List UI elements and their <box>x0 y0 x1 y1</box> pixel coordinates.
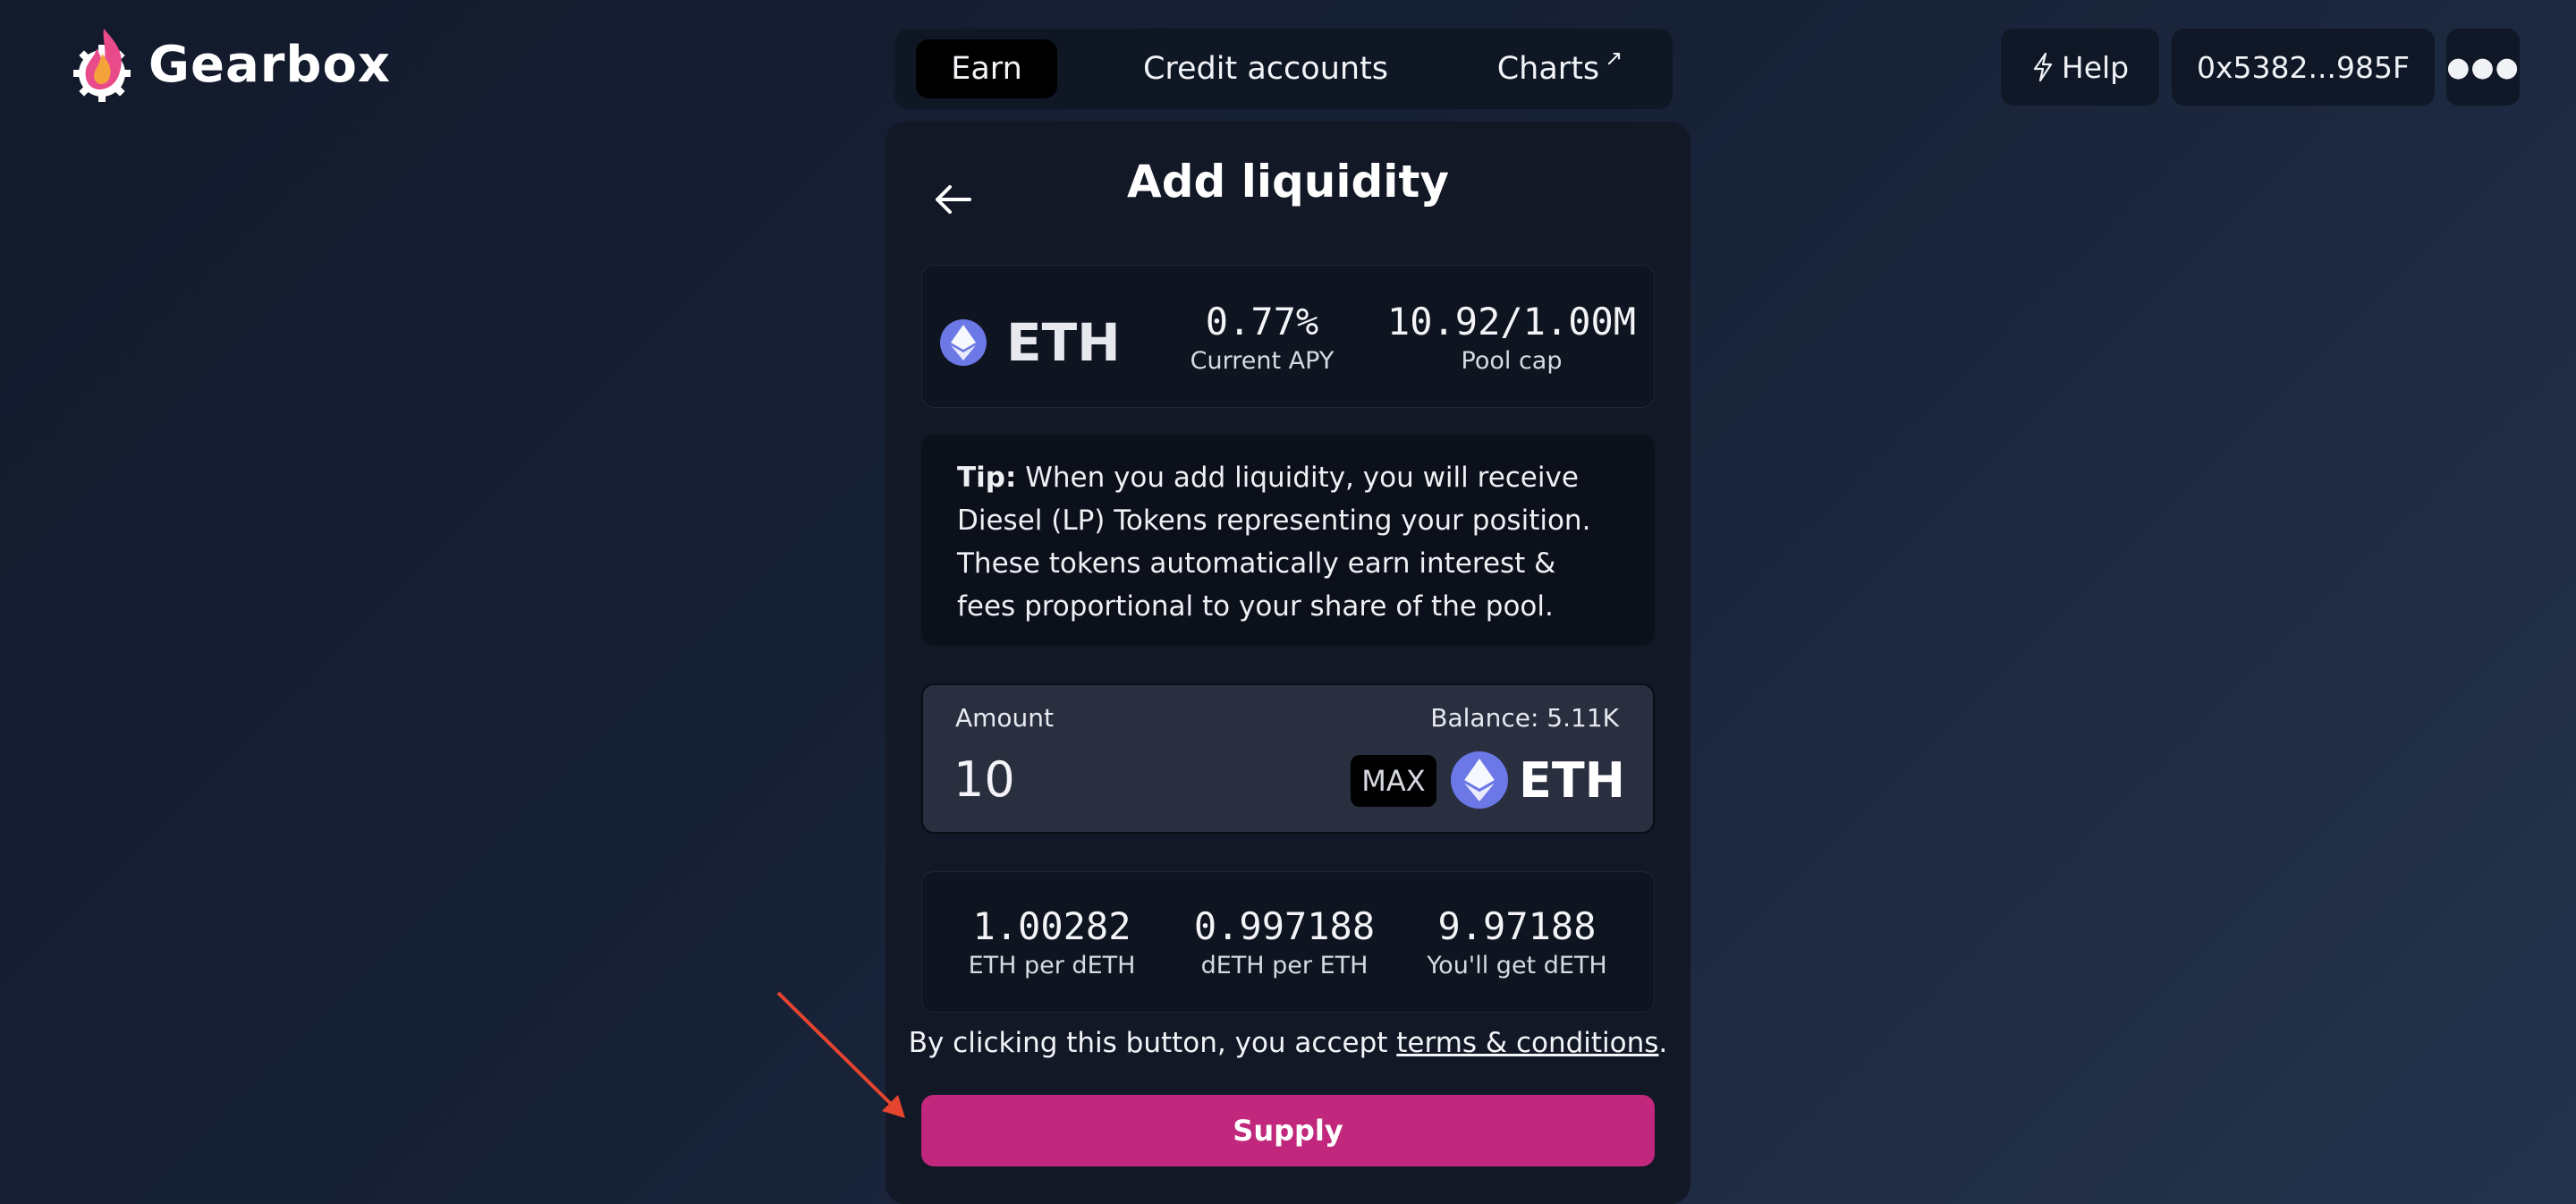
logo[interactable]: Gearbox <box>73 27 391 102</box>
terms-prefix: By clicking this button, you accept <box>908 1027 1397 1059</box>
token-selector[interactable]: ETH <box>1451 751 1625 809</box>
more-button[interactable]: ●●● <box>2446 29 2520 106</box>
pool-info: ETH 0.77% Current APY 10.92/1.00M Pool c… <box>921 265 1655 408</box>
terms-suffix: . <box>1658 1027 1668 1059</box>
selected-token: ETH <box>1519 751 1625 809</box>
pool-cap-value: 10.92/1.00M <box>1386 300 1637 343</box>
main-nav: Earn Credit accounts Charts ↗ <box>894 29 1673 109</box>
apy-label: Current APY <box>1190 347 1335 375</box>
apy-value: 0.77% <box>1205 300 1319 343</box>
pool-cap: 10.92/1.00M Pool cap <box>1382 300 1641 375</box>
wallet-address: 0x5382...985F <box>2197 49 2410 85</box>
help-label: Help <box>2061 49 2130 85</box>
terms-link[interactable]: terms & conditions <box>1396 1027 1658 1059</box>
rates-box: 1.00282 ETH per dETH 0.997188 dETH per E… <box>921 871 1655 1013</box>
tab-credit-accounts[interactable]: Credit accounts <box>1136 39 1395 98</box>
wallet-button[interactable]: 0x5382...985F <box>2172 29 2435 106</box>
rate-label: You'll get dETH <box>1427 952 1607 979</box>
rate-eth-per-deth: 1.00282 ETH per dETH <box>940 904 1164 979</box>
external-link-icon: ↗ <box>1605 46 1623 71</box>
tab-credit-accounts-label: Credit accounts <box>1142 51 1389 87</box>
rate-deth-per-eth: 0.997188 dETH per ETH <box>1173 904 1396 979</box>
tip-text: When you add liquidity, you will receive… <box>957 462 1591 623</box>
tab-earn[interactable]: Earn <box>916 39 1057 98</box>
rate-value: 9.97188 <box>1437 904 1597 948</box>
pool-token: ETH <box>940 312 1121 373</box>
max-button[interactable]: MAX <box>1351 755 1436 807</box>
tip-box: Tip: When you add liquidity, you will re… <box>921 435 1655 646</box>
more-icon: ●●● <box>2446 51 2520 83</box>
tab-charts[interactable]: Charts ↗ <box>1470 39 1649 98</box>
amount-input-box[interactable]: Amount Balance: 5.11K 10 MAX ETH <box>921 683 1655 834</box>
page-title: Add liquidity <box>1127 156 1449 208</box>
tab-charts-label: Charts <box>1496 51 1600 87</box>
amount-input[interactable]: 10 <box>953 751 1015 808</box>
help-button[interactable]: Help <box>2001 29 2159 106</box>
add-liquidity-card: Add liquidity ETH 0.77% Current APY 10.9… <box>886 122 1690 1204</box>
pool-token-name: ETH <box>1006 312 1121 373</box>
lightning-icon <box>2033 52 2052 82</box>
brand-name: Gearbox <box>148 35 392 94</box>
eth-icon <box>940 319 987 366</box>
gearbox-logo-icon <box>73 29 131 102</box>
amount-label: Amount <box>955 703 1055 733</box>
rate-value: 0.997188 <box>1193 904 1376 948</box>
pool-cap-label: Pool cap <box>1461 347 1563 375</box>
tip-prefix: Tip: <box>957 462 1017 494</box>
terms-text: By clicking this button, you accept term… <box>886 1027 1690 1059</box>
eth-icon <box>1451 751 1508 809</box>
rate-you-get: 9.97188 You'll get dETH <box>1405 904 1629 979</box>
rate-value: 1.00282 <box>972 904 1131 948</box>
rate-label: dETH per ETH <box>1200 952 1368 979</box>
rate-label: ETH per dETH <box>968 952 1136 979</box>
balance-text: Balance: 5.11K <box>1430 703 1619 733</box>
tab-earn-label: Earn <box>951 51 1022 87</box>
current-apy: 0.77% Current APY <box>1182 300 1343 375</box>
supply-button[interactable]: Supply <box>921 1095 1655 1166</box>
